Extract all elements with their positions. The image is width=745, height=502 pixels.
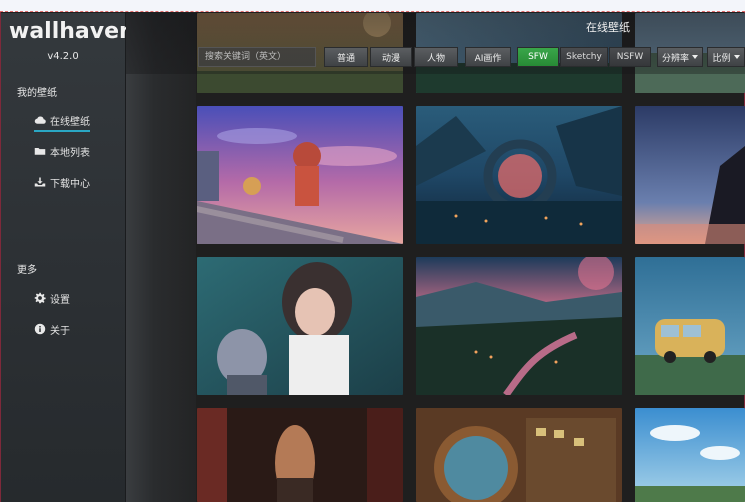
sidebar-item-label: 本地列表 [50,147,90,159]
wallpaper-thumbnail[interactable] [197,408,403,502]
wallpaper-thumbnail[interactable] [635,257,745,395]
wallpaper-thumbnail[interactable] [197,106,403,244]
content-left-shadow [126,13,196,502]
ai-art-toggle-button[interactable]: AI画作 [465,47,511,67]
category-general-button[interactable]: 普通 [324,47,368,67]
window-top-strip [0,0,745,12]
category-anime-button[interactable]: 动漫 [370,47,412,67]
wallpaper-thumbnail[interactable] [197,257,403,395]
gear-icon [34,292,46,304]
sidebar-item-label: 关于 [50,325,70,337]
sidebar-item-label: 下载中心 [50,178,90,190]
folder-icon [34,148,46,155]
sidebar-item-settings[interactable]: 设置 [34,289,70,307]
wallpaper-thumbnail[interactable] [635,408,745,502]
page-title: 在线壁纸 [586,21,630,34]
purity-sketchy-button[interactable]: Sketchy [560,47,608,67]
sidebar-item-label: 设置 [50,294,70,306]
section-title-more: 更多 [17,265,37,276]
section-title-my-wallpapers: 我的壁纸 [17,88,57,99]
category-people-button[interactable]: 人物 [414,47,458,67]
cloud-icon [34,116,46,124]
download-tray-icon [34,177,46,187]
sidebar: wallhaven v4.2.0 我的壁纸 在线壁纸 本地列表 下载中心 更多 … [1,13,135,502]
search-input[interactable] [198,47,316,67]
purity-sfw-button[interactable]: SFW [517,47,559,67]
sidebar-item-download-center[interactable]: 下载中心 [34,173,90,191]
sidebar-item-about[interactable]: 关于 [34,320,70,338]
resolution-dropdown[interactable]: 分辨率 [657,47,703,67]
caret-down-icon [692,55,698,59]
sidebar-item-label: 在线壁纸 [50,116,90,128]
ratio-dropdown[interactable]: 比例 [707,47,745,67]
caret-down-icon [733,55,740,59]
sidebar-item-local-list[interactable]: 本地列表 [34,142,90,160]
app-logo: wallhaven [9,19,135,44]
ratio-label: 比例 [712,53,731,64]
wallpaper-thumbnail[interactable] [635,106,745,244]
wallpaper-thumbnail[interactable] [416,257,622,395]
wallpaper-thumbnail[interactable] [416,106,622,244]
sidebar-item-online-wallpapers[interactable]: 在线壁纸 [34,111,90,132]
info-icon [34,323,46,335]
purity-nsfw-button[interactable]: NSFW [609,47,651,67]
resolution-label: 分辨率 [661,53,689,64]
wallpaper-thumbnail[interactable] [416,408,622,502]
app-version: v4.2.0 [47,51,79,62]
